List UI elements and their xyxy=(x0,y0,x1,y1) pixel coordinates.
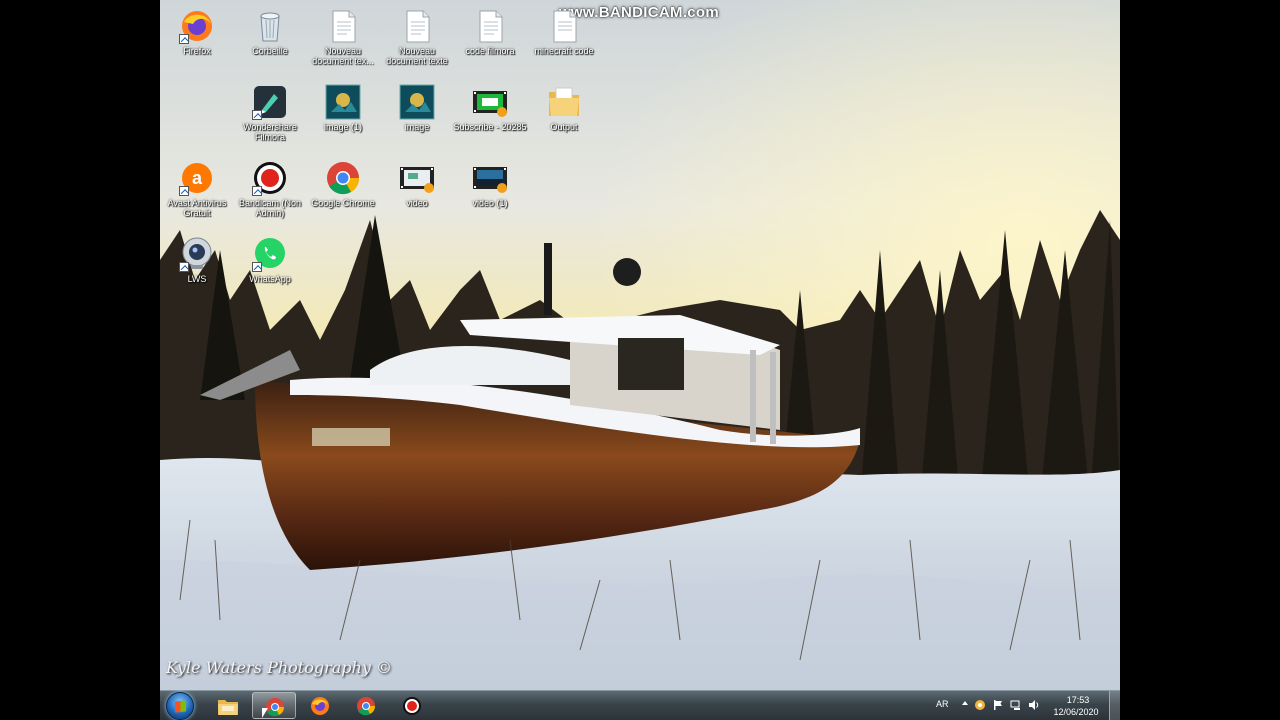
desktop-icon-code-filmora[interactable]: code filmora xyxy=(453,4,527,56)
desktop-icon-label: Output xyxy=(550,122,578,132)
desktop-icon-label: Avast Antivirus Gratuit xyxy=(167,198,227,218)
desktop-icon-label: Nouveau document tex... xyxy=(312,46,374,66)
monitor-tray-icon[interactable] xyxy=(1010,699,1022,711)
network-tray-icon[interactable] xyxy=(974,699,986,711)
desktop-icon-minecraft-code[interactable]: minecraft code xyxy=(527,4,601,56)
desktop-icon-lws[interactable]: LWS xyxy=(160,232,234,284)
desktop-icon-label: Google Chrome xyxy=(311,198,375,208)
desktop-icon-video[interactable]: video xyxy=(380,156,454,208)
image-icon xyxy=(325,84,361,120)
desktop-icon-wondershare-filmora[interactable]: Wondershare Filmora xyxy=(233,80,307,142)
firefox-icon xyxy=(179,8,215,44)
system-tray: AR 17:53 12/06/2020 xyxy=(920,691,1120,720)
webcam-icon xyxy=(179,236,215,272)
firefox-icon xyxy=(311,697,329,715)
file-explorer-icon xyxy=(218,700,238,715)
desktop-icon-avast[interactable]: a Avast Antivirus Gratuit xyxy=(160,156,234,218)
mouse-cursor-icon xyxy=(262,708,268,718)
start-button[interactable] xyxy=(166,692,194,720)
desktop-icon-label: WhatsApp xyxy=(249,274,291,284)
chrome-icon xyxy=(325,160,361,196)
desktop-screen: www.BANDICAM.com Kyle Waters Photography… xyxy=(160,0,1120,720)
video-file-icon xyxy=(399,160,435,196)
desktop-icon-label: minecraft code xyxy=(534,46,594,56)
desktop-icon-label: Bandicam (Non Admin) xyxy=(238,198,302,218)
desktop-icon-label: LWS xyxy=(187,274,207,284)
desktop-icon-video-1[interactable]: video (1) xyxy=(453,156,527,208)
desktop-icon-label: code filmora xyxy=(465,46,515,56)
show-hidden-icons-arrow-icon[interactable] xyxy=(962,701,968,705)
recycle-bin-icon xyxy=(252,8,288,44)
desktop-icon-label: image xyxy=(404,122,430,132)
desktop-icon-image-1[interactable]: image (1) xyxy=(306,80,380,132)
text-document-icon xyxy=(472,8,508,44)
language-indicator[interactable]: AR xyxy=(936,699,949,709)
desktop-icon-nouveau-document-2[interactable]: Nouveau document texte xyxy=(380,4,454,66)
taskbar-bandicam[interactable] xyxy=(390,692,434,719)
desktop-icon-label: Corbeille xyxy=(252,46,288,56)
desktop-icon-nouveau-document-1[interactable]: Nouveau document tex... xyxy=(306,4,380,66)
video-file-icon xyxy=(472,84,508,120)
chrome-icon xyxy=(357,697,375,716)
text-document-icon xyxy=(325,8,361,44)
clock-date[interactable]: 12/06/2020 xyxy=(1046,707,1106,717)
windows-logo-icon xyxy=(175,700,186,713)
desktop-icon-whatsapp[interactable]: WhatsApp xyxy=(233,232,307,284)
desktop-icon-image[interactable]: image xyxy=(380,80,454,132)
taskbar-chrome[interactable] xyxy=(344,692,388,719)
taskbar: AR 17:53 12/06/2020 xyxy=(160,690,1120,720)
desktop-icon-firefox[interactable]: Firefox xyxy=(160,4,234,56)
photo-credit: Kyle Waters Photography © xyxy=(166,658,392,677)
desktop-icon-label: Wondershare Filmora xyxy=(243,122,297,142)
desktop-icon-label: image (1) xyxy=(323,122,362,132)
volume-icon[interactable] xyxy=(1028,699,1040,711)
desktop-icon-label: Subscribe - 20285 xyxy=(453,122,527,132)
whatsapp-icon xyxy=(252,236,288,272)
desktop-icon-bandicam[interactable]: Bandicam (Non Admin) xyxy=(233,156,307,218)
taskbar-firefox[interactable] xyxy=(298,692,342,719)
text-document-icon xyxy=(546,8,582,44)
image-icon xyxy=(399,84,435,120)
desktop-icon-label: Firefox xyxy=(183,46,211,56)
text-document-icon xyxy=(399,8,435,44)
clock-time[interactable]: 17:53 xyxy=(1052,695,1104,705)
taskbar-chrome-active[interactable] xyxy=(252,692,296,719)
desktop-icon-google-chrome[interactable]: Google Chrome xyxy=(306,156,380,208)
bandicam-icon xyxy=(403,697,421,715)
action-center-flag-icon[interactable] xyxy=(992,699,1004,711)
filmora-icon xyxy=(252,84,288,120)
show-desktop-button[interactable] xyxy=(1109,691,1120,720)
desktop-icon-label: video (1) xyxy=(472,198,508,208)
svg-text:a: a xyxy=(192,168,203,188)
video-file-icon xyxy=(472,160,508,196)
desktop-icon-label: Nouveau document texte xyxy=(386,46,448,66)
desktop-icon-recycle-bin[interactable]: Corbeille xyxy=(233,4,307,56)
desktop-icon-subscribe-video[interactable]: Subscribe - 20285 xyxy=(453,80,527,132)
bandicam-icon xyxy=(252,160,288,196)
taskbar-file-explorer[interactable] xyxy=(206,692,250,719)
folder-icon xyxy=(546,84,582,120)
desktop-icon-label: video xyxy=(406,198,428,208)
desktop-icon-output-folder[interactable]: Output xyxy=(527,80,601,132)
avast-icon: a xyxy=(179,160,215,196)
